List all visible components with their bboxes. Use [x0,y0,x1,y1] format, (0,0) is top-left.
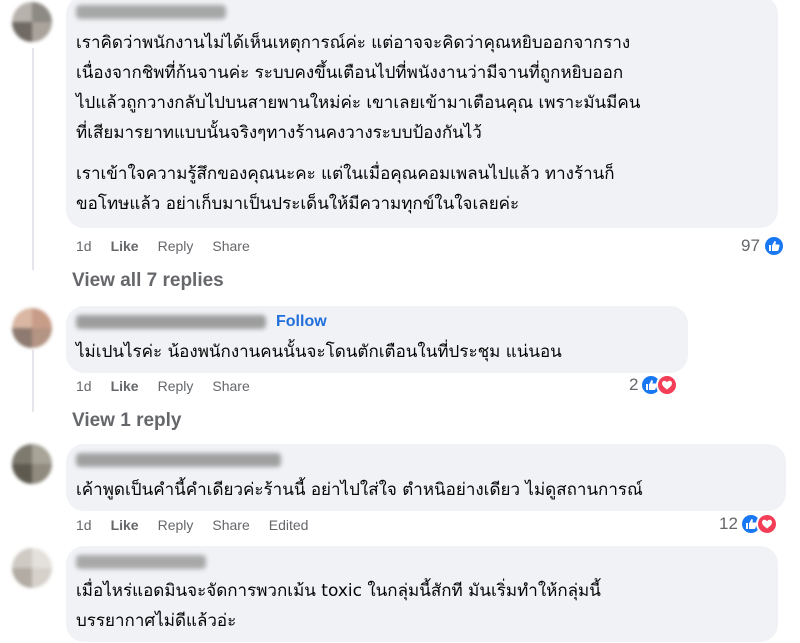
love-reaction-icon [755,513,778,535]
timestamp[interactable]: 1d [76,238,92,254]
reaction-count: 97 [741,236,760,255]
reaction-summary[interactable]: 12 [719,513,778,535]
comment-bubble: เราคิดว่าพนักงานไม่ได้เห็นเหตุการณ์ค่ะ แ… [66,0,778,228]
view-replies-link[interactable]: View 1 reply [72,410,182,432]
comment-actions: 1d Like Reply Share [76,378,269,394]
thread-line [32,48,34,270]
text-line: เนื่องจากชิพที่ก้นจานค่ะ ระบบคงขึ้นเตือน… [76,63,624,83]
text-line: เราเข้าใจความรู้สึกของคุณนะคะ แต่ในเมื่อ… [76,164,615,184]
comment-text: เมื่อไหร่แอดมินจะจัดการพวกเม้น toxic ในก… [76,576,764,636]
like-button[interactable]: Like [111,238,139,254]
comment-bubble: เค้าพูดเป็นคำนี้คำเดียวค่ะร้านนี้ อย่าไป… [66,444,786,511]
edited-label: Edited [268,517,309,533]
comment-bubble: Follow ไม่เปนไรค่ะ น้องพนักงานคนนั้นจะโด… [66,306,688,373]
comment-bubble: เมื่อไหร่แอดมินจะจัดการพวกเม้น toxic ในก… [66,546,778,642]
follow-button[interactable]: Follow [276,313,327,331]
avatar[interactable] [12,548,52,588]
author-row: Follow [76,312,327,332]
text-line: ไปแล้วถูกวางกลับไปบนสายพานใหม่ค่ะ เขาเลย… [76,93,641,113]
text-line: ที่เสียมารยาทแบบนั้นจริงๆทางร้านคงวางระบ… [76,123,482,143]
love-reaction-icon [656,374,679,396]
text-line: ขอโทษแล้ว อย่าเก็บมาเป็นประเด็นให้มีความ… [76,194,520,214]
author-name[interactable] [76,2,226,22]
reply-button[interactable]: Reply [158,517,194,533]
reaction-summary[interactable]: 97 [741,235,785,257]
reaction-summary[interactable]: 2 [629,374,679,396]
text-line: บรรยากาศไม่ดีแล้วอ่ะ [76,611,237,631]
comment-actions: 1d Like Reply Share Edited [76,517,327,533]
comment-text: เค้าพูดเป็นคำนี้คำเดียวค่ะร้านนี้ อย่าไป… [76,480,643,500]
share-button[interactable]: Share [212,378,249,394]
share-button[interactable]: Share [212,238,249,254]
timestamp[interactable]: 1d [76,378,92,394]
like-button[interactable]: Like [111,378,139,394]
reaction-count: 2 [629,375,639,394]
timestamp[interactable]: 1d [76,517,92,533]
avatar[interactable] [12,308,52,348]
author-name[interactable] [76,450,281,470]
like-button[interactable]: Like [111,517,139,533]
share-button[interactable]: Share [212,517,249,533]
reply-button[interactable]: Reply [158,238,194,254]
avatar[interactable] [12,444,52,484]
text-line: เมื่อไหร่แอดมินจะจัดการพวกเม้น toxic ในก… [76,581,601,601]
reply-button[interactable]: Reply [158,378,194,394]
text-line: เราคิดว่าพนักงานไม่ได้เห็นเหตุการณ์ค่ะ แ… [76,33,631,53]
view-replies-link[interactable]: View all 7 replies [72,270,224,292]
comment-text: ไม่เปนไรค่ะ น้องพนักงานคนนั้นจะโดนตักเตื… [76,342,562,362]
like-reaction-icon [762,235,785,257]
thread-line [32,350,34,412]
author-name[interactable] [76,552,206,572]
avatar[interactable] [12,2,52,42]
reaction-count: 12 [719,514,738,533]
comment-actions: 1d Like Reply Share [76,238,269,254]
comment-text: เราคิดว่าพนักงานไม่ได้เห็นเหตุการณ์ค่ะ แ… [76,28,764,219]
author-name[interactable] [76,315,266,329]
